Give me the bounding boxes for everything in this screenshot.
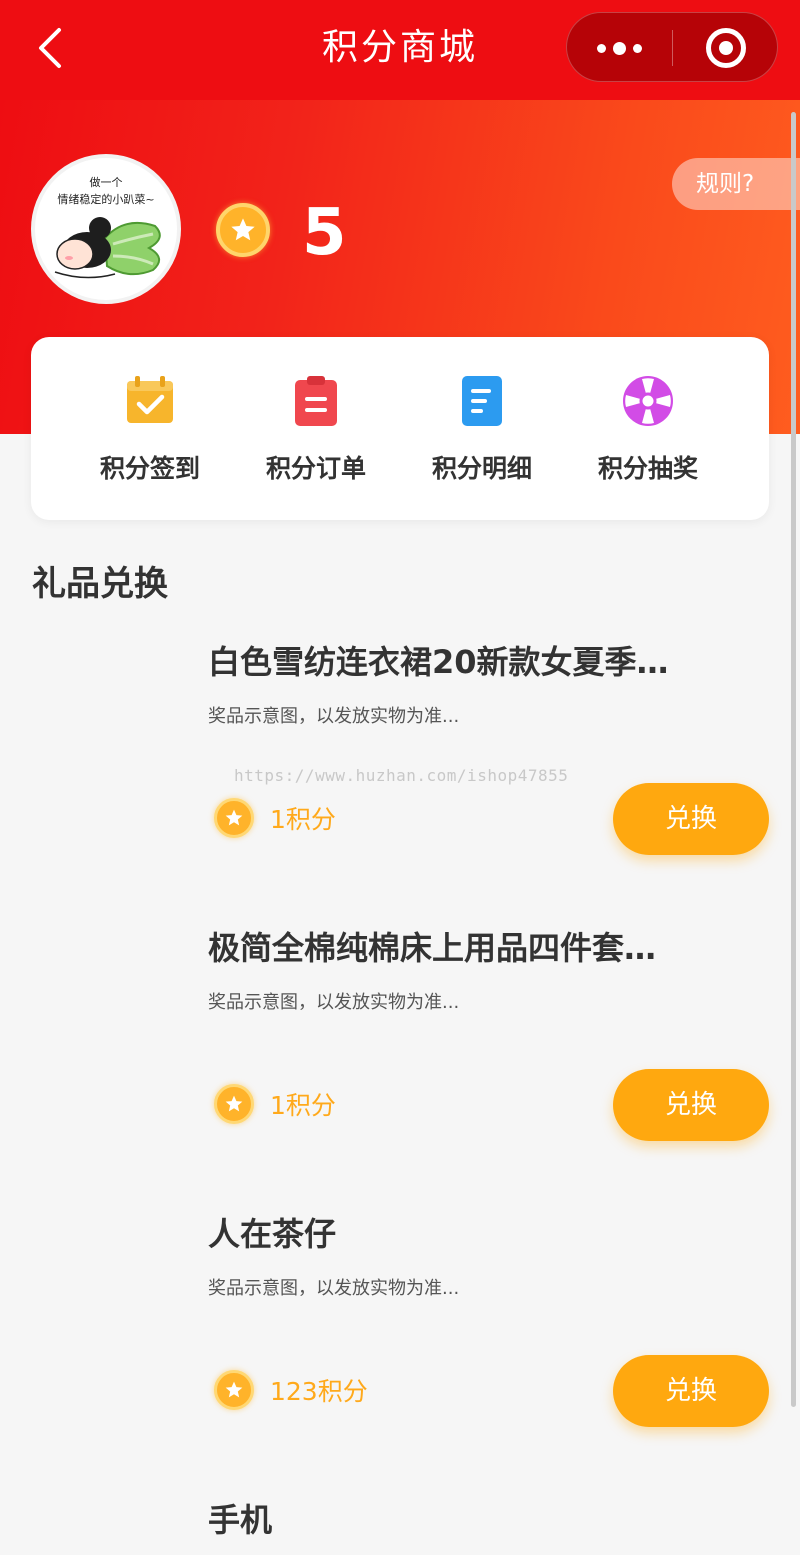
points-balance: 5	[302, 196, 347, 270]
points-coin-icon	[216, 203, 270, 257]
product-description: 奖品示意图，以发放实物为准...	[208, 992, 460, 1013]
exchange-button[interactable]: 兑换	[613, 783, 769, 855]
product-price: 1积分	[214, 1082, 336, 1126]
product-description: 奖品示意图，以发放实物为准...	[208, 1278, 460, 1299]
chevron-left-icon	[39, 28, 61, 68]
product-card[interactable]: 人在茶仔 奖品示意图，以发放实物为准... 123积分 兑换	[0, 1204, 800, 1490]
more-dot-icon	[597, 43, 606, 53]
exchange-button[interactable]: 兑换	[613, 1069, 769, 1141]
calendar-check-icon	[127, 376, 173, 423]
more-button[interactable]	[567, 13, 672, 83]
exchange-button[interactable]: 兑换	[613, 1355, 769, 1427]
menu-item-lottery[interactable]: 积分抽奖	[565, 337, 731, 520]
product-description: 奖品示意图，以发放实物为准...	[208, 706, 460, 727]
product-price: 123积分	[214, 1368, 368, 1412]
price-text: 1积分	[270, 1091, 336, 1120]
menu-item-label: 积分抽奖	[597, 454, 698, 483]
product-card[interactable]: 手机	[0, 1490, 800, 1555]
more-dot-icon	[633, 43, 642, 53]
avatar-caption: 做一个 情绪稳定的小趴菜~	[57, 176, 155, 206]
close-miniprogram-button[interactable]	[673, 13, 778, 83]
menu-item-label: 积分签到	[99, 454, 200, 483]
avatar[interactable]: 做一个 情绪稳定的小趴菜~	[31, 154, 181, 304]
lottery-wheel-icon	[623, 376, 673, 426]
cabbage-girl-illustration	[54, 217, 161, 279]
menu-item-label: 积分订单	[265, 454, 366, 483]
product-name: 白色雪纺连衣裙20新款女夏季清新温柔	[208, 643, 688, 681]
points-coin-icon	[214, 1084, 254, 1124]
watermark-text: https://www.huzhan.com/ishop47855	[234, 766, 569, 785]
menu-item-checkin[interactable]: 积分签到	[67, 337, 233, 520]
scrollbar[interactable]	[791, 112, 796, 1407]
price-text: 123积分	[270, 1377, 368, 1406]
target-icon	[705, 28, 746, 68]
menu-item-details[interactable]: 积分明细	[399, 337, 565, 520]
points-menu-card: 积分签到 积分订单 积分明细 积分抽奖	[31, 337, 769, 520]
points-coin-icon	[214, 798, 254, 838]
back-button[interactable]	[28, 26, 72, 70]
points-coin-icon	[214, 1370, 254, 1410]
section-title-gift-exchange: 礼品兑换	[32, 564, 168, 604]
product-card[interactable]: 极简全棉纯棉床上用品四件套全棉被套 奖品示意图，以发放实物为准... 1积分 兑…	[0, 918, 800, 1204]
product-name: 手机	[208, 1501, 273, 1539]
more-dot-icon	[613, 41, 626, 55]
navigation-bar: 积分商城	[0, 0, 800, 100]
rules-button[interactable]: 规则?	[672, 158, 800, 210]
mini-program-capsule	[566, 12, 778, 82]
price-text: 1积分	[270, 805, 336, 834]
clipboard-icon	[295, 376, 337, 426]
menu-item-label: 积分明细	[431, 454, 532, 483]
product-price: 1积分	[214, 796, 336, 840]
product-name: 极简全棉纯棉床上用品四件套全棉被套	[208, 929, 688, 967]
product-name: 人在茶仔	[208, 1215, 337, 1253]
menu-item-orders[interactable]: 积分订单	[233, 337, 399, 520]
document-list-icon	[462, 376, 502, 426]
